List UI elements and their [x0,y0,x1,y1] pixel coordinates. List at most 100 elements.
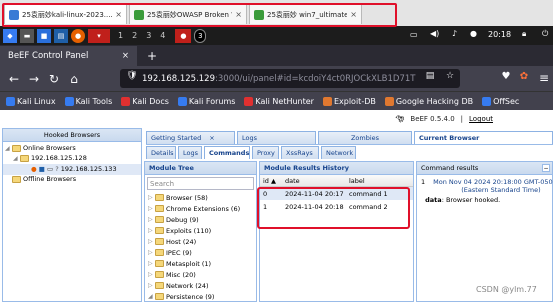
expand-arrow-icon[interactable]: ▷ [148,249,155,256]
close-icon[interactable]: × [122,51,129,61]
subtab-logs[interactable]: Logs [178,146,202,159]
expand-arrow-icon[interactable]: ▷ [148,227,155,234]
vm-tab-owasp[interactable]: 25袁丽妙OWASP Broken We... × [129,4,247,24]
pocket-icon[interactable]: ♥ [496,71,516,82]
offline-browsers-node[interactable]: Offline Browsers [3,175,141,183]
reload-icon[interactable]: ↻ [44,72,64,86]
expand-arrow-icon[interactable]: ▷ [148,194,155,201]
subtab-network[interactable]: Network [321,146,356,159]
module-category[interactable]: ◢ Persistence (9) [145,291,256,302]
reader-view-icon[interactable]: ▤ [420,71,440,81]
bookmark-kali-docs[interactable]: Kali Docs [121,96,169,106]
tab-getting-started[interactable]: Getting Started × [146,131,235,144]
subnet-node[interactable]: ◢ 192.168.125.128 [3,154,141,164]
os-icon: ■ [38,165,45,173]
expand-arrow-icon[interactable]: ▷ [148,238,155,245]
firefox-icon[interactable]: ● [71,28,85,43]
tab-current-browser[interactable]: Current Browser [414,131,553,144]
notification-icon[interactable]: ♪ [452,29,457,38]
module-category[interactable]: ▷ Host (24) [145,236,256,247]
col-date[interactable]: date [282,177,346,185]
module-search-input[interactable]: Search [147,177,254,190]
power-icon[interactable]: ⏻ [542,29,548,39]
new-tab-icon[interactable]: + [147,49,157,63]
subtab-xssrays[interactable]: XssRays [281,146,319,159]
table-row[interactable]: 0 2024-11-04 20:17 command 1 [260,187,413,200]
bookmark-kali-forums[interactable]: Kali Forums [177,96,235,106]
close-icon[interactable]: × [209,134,214,142]
url-bar[interactable]: 192.168.125.129:3000/ui/panel#id=kcdoiY4… [120,69,460,88]
bookmark-star-icon[interactable]: ☆ [440,71,460,81]
vm-icon [9,9,19,20]
bookmark-kali-tools[interactable]: Kali Tools [64,96,112,106]
tab-logs[interactable]: Logs [237,131,316,144]
power-dot-icon[interactable]: ● [470,29,477,38]
module-category[interactable]: ▷ IPEC (9) [145,247,256,258]
module-category[interactable]: ▷ Chrome Extensions (6) [145,203,256,214]
back-icon[interactable]: ← [4,72,24,86]
table-row[interactable]: 1 2024-11-04 20:18 command 2 [260,200,413,213]
subtab-details[interactable]: Details [146,146,176,159]
subtab-proxy[interactable]: Proxy [252,146,279,159]
module-category[interactable]: ▷ Debug (9) [145,214,256,225]
bookmark-kali-linux[interactable]: Kali Linux [6,96,56,106]
close-icon[interactable]: × [350,10,357,19]
firefox-icon: ● [31,165,37,173]
vm-tab-kali[interactable]: 25袁丽妙kali-linux-2023.... × [4,4,127,24]
extensions-icon[interactable]: ✿ [514,71,534,82]
module-category[interactable]: ▷ Network (24) [145,280,256,291]
vm-tab-win7[interactable]: 25袁丽妙 win7_ultimate_sp1 × [249,4,362,24]
close-icon[interactable]: × [235,10,242,19]
hooked-browsers-title: Hooked Browsers [3,129,141,142]
vm-icon [254,9,264,20]
logout-link[interactable]: Logout [469,115,493,123]
home-icon[interactable]: ⌂ [64,72,84,86]
volume-icon[interactable]: ◀) [430,29,439,38]
collapse-icon[interactable]: − [542,164,550,172]
menu-icon[interactable]: ≡ [534,71,553,85]
forward-icon[interactable]: → [24,72,44,86]
clock[interactable]: 20:18 [488,30,511,39]
expand-arrow-icon[interactable]: ▷ [148,260,155,267]
col-label[interactable]: label [346,177,365,185]
col-id[interactable]: id ▲ [260,177,282,185]
beef-taskbar-icon[interactable]: ● [175,28,192,43]
expand-arrow-icon[interactable]: ▷ [148,271,155,278]
bookmark-google-hacking-db[interactable]: Google Hacking DB [384,96,473,106]
app-dropdown-icon[interactable]: ▾ [88,28,110,43]
expand-arrow-icon[interactable]: ▷ [148,216,155,223]
bookmark-offsec[interactable]: OffSec [482,96,519,106]
lock-icon[interactable]: 🔒︎ [522,29,526,39]
text-editor-icon[interactable]: ▤ [54,28,68,43]
desktop-panel: ◆ ▬ ■ ▤ ● ▾ 1 2 3 4 ● 3 ▭ ◀) ♪ ● 20:18 🔒… [0,26,553,45]
result-date: Mon Nov 04 2024 20:18:00 GMT-0500 [433,178,553,186]
workspace-switcher[interactable]: 1 2 3 4 [118,31,165,40]
module-category[interactable]: ▷ Misc (20) [145,269,256,280]
folder-icon [155,282,164,289]
subtab-commands[interactable]: Commands [204,146,250,159]
bookmark-kali-nethunter[interactable]: Kali NetHunter [244,96,314,106]
window-icon[interactable]: ▭ [410,30,418,39]
online-browsers-node[interactable]: ◢ Online Browsers [3,142,141,154]
workspace-3[interactable]: 3 [146,31,151,40]
expand-arrow-icon[interactable]: ▷ [148,282,155,289]
module-category[interactable]: ▷ Exploits (110) [145,225,256,236]
vm-tab-label: 25袁丽妙 win7_ultimate_sp1 [267,10,347,19]
hooked-browser-node[interactable]: ● ■ ▭ ? 192.168.125.133 [3,164,141,175]
terminal-icon[interactable]: ▬ [20,28,34,43]
tab-zombies[interactable]: Zombies [318,131,412,144]
browser-tab[interactable]: BeEF Control Panel × [0,46,137,66]
bookmark-exploit-db[interactable]: Exploit-DB [322,96,376,106]
kali-menu-icon[interactable]: ◆ [3,28,17,43]
workspace-1[interactable]: 1 [118,31,123,40]
expand-arrow-icon[interactable]: ▷ [148,205,155,212]
module-category[interactable]: ▷ Metasploit (1) [145,258,256,269]
close-icon[interactable]: × [115,10,122,19]
workspace-4[interactable]: 4 [160,31,165,40]
module-list: ▷ Browser (58) ▷ Chrome Extensions (6) ▷ Debu… [145,192,256,302]
expand-arrow-icon[interactable]: ◢ [148,293,155,300]
workspace-2[interactable]: 2 [132,31,137,40]
shield-icon[interactable]: 🛡︎ [122,71,142,81]
module-category[interactable]: ▷ Browser (58) [145,192,256,203]
files-icon[interactable]: ■ [37,28,51,43]
